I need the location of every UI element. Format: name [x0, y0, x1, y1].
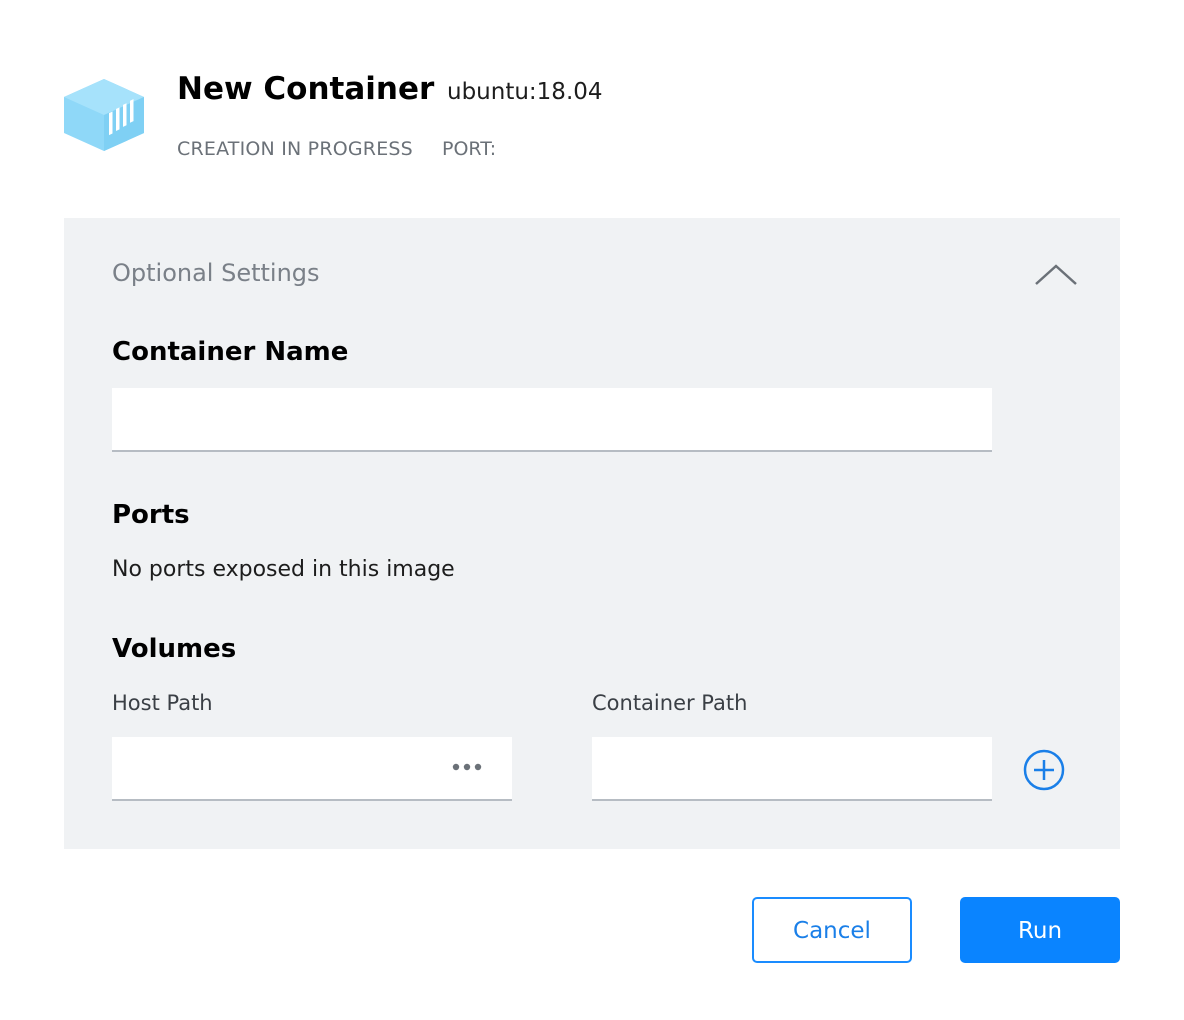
run-button[interactable]: Run	[960, 897, 1120, 963]
container-path-input[interactable]	[592, 737, 992, 801]
status-text: CREATION IN PROGRESS	[177, 138, 413, 160]
host-path-label: Host Path	[112, 691, 213, 715]
ports-heading: Ports	[112, 500, 190, 530]
container-cube-icon	[64, 79, 144, 151]
more-dots-icon[interactable]	[448, 754, 488, 780]
volumes-heading: Volumes	[112, 634, 237, 664]
port-label: PORT:	[442, 138, 497, 160]
image-tag: ubuntu:18.04	[447, 79, 603, 105]
optional-settings-panel: Optional Settings Container Name Ports N…	[64, 218, 1120, 849]
container-title: New Container	[177, 71, 435, 107]
chevron-up-icon[interactable]	[1030, 254, 1082, 294]
optional-settings-title: Optional Settings	[112, 259, 320, 287]
container-name-input[interactable]	[112, 388, 992, 452]
ports-message: No ports exposed in this image	[112, 557, 455, 582]
plus-circle-icon[interactable]	[1022, 748, 1066, 792]
container-path-label: Container Path	[592, 691, 748, 715]
cancel-button[interactable]: Cancel	[752, 897, 912, 963]
container-name-heading: Container Name	[112, 337, 349, 367]
